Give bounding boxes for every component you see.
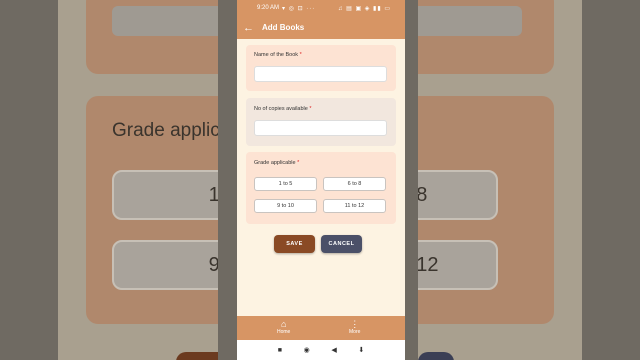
app-bar: ← Add Books bbox=[237, 16, 405, 39]
copies-label: No of copies available * bbox=[254, 106, 311, 112]
save-button[interactable]: SAVE bbox=[274, 235, 315, 253]
required-mark: * bbox=[297, 160, 300, 166]
page-title: Add Books bbox=[262, 23, 305, 32]
copies-card: No of copies available * bbox=[246, 98, 396, 146]
bottom-navigation: ⌂ Home ⋮ More bbox=[237, 316, 405, 340]
book-name-label: Name of the Book * bbox=[254, 52, 302, 58]
cancel-button[interactable]: CANCEL bbox=[321, 235, 362, 253]
bg-grade-title: Grade applic bbox=[112, 120, 218, 141]
status-system-icons: ♫ ▤ ▣ ◈ ▮▮ ▭ bbox=[337, 5, 391, 12]
hide-keyboard-icon[interactable]: ⬇ bbox=[358, 346, 364, 354]
bg-input bbox=[112, 6, 218, 36]
grade-label-text: Grade applicable bbox=[254, 160, 296, 166]
bg-card-top-right bbox=[418, 0, 554, 74]
bg-card-grade: Grade applic 1 to 9 to bbox=[86, 96, 218, 324]
home-icon: ⌂ bbox=[280, 319, 287, 329]
copies-label-text: No of copies available bbox=[254, 106, 308, 112]
phone-screen: 9:20 AM ▾ ◎ ⊡ ··· ♫ ▤ ▣ ◈ ▮▮ ▭ ← Add Boo… bbox=[237, 0, 405, 360]
status-time: 9:20 AM bbox=[257, 5, 280, 11]
required-mark: * bbox=[299, 52, 302, 58]
bg-card-grade-right: to 8 to 12 bbox=[418, 96, 554, 324]
status-notification-icons: ▾ ◎ ⊡ ··· bbox=[282, 5, 316, 12]
background-left-panel: Grade applic 1 to 9 to bbox=[58, 0, 218, 360]
bg-input-right bbox=[418, 6, 522, 36]
bg-option-2: 9 to bbox=[112, 240, 218, 290]
home-circle-icon[interactable]: ◉ bbox=[304, 346, 310, 354]
more-vertical-icon: ⋮ bbox=[350, 319, 360, 329]
bg-option-3: to 8 bbox=[418, 170, 498, 220]
grade-label: Grade applicable * bbox=[254, 160, 299, 166]
nav-home[interactable]: ⌂ Home bbox=[277, 319, 291, 336]
book-name-card: Name of the Book * bbox=[246, 45, 396, 91]
bg-save-button bbox=[176, 352, 218, 360]
system-navigation-bar: ■ ◉ ◀ ⬇ bbox=[237, 340, 405, 360]
nav-more-label: More bbox=[349, 329, 361, 335]
book-name-label-text: Name of the Book bbox=[254, 52, 299, 58]
copies-input[interactable] bbox=[254, 120, 387, 136]
bg-cancel-button bbox=[418, 352, 454, 360]
bg-option-1: 1 to bbox=[112, 170, 218, 220]
background-right-panel: to 8 to 12 bbox=[418, 0, 582, 360]
grade-option-1-to-5[interactable]: 1 to 5 bbox=[254, 177, 317, 191]
book-name-input[interactable] bbox=[254, 66, 387, 82]
nav-more[interactable]: ⋮ More bbox=[349, 319, 361, 336]
grade-option-9-to-10[interactable]: 9 to 10 bbox=[254, 199, 317, 213]
recents-square-icon[interactable]: ■ bbox=[278, 347, 282, 354]
bg-card-top bbox=[86, 0, 218, 74]
back-triangle-icon[interactable]: ◀ bbox=[331, 346, 336, 354]
back-arrow-icon[interactable]: ← bbox=[243, 22, 257, 34]
nav-home-label: Home bbox=[277, 329, 291, 335]
required-mark: * bbox=[309, 106, 312, 112]
grade-option-11-to-12[interactable]: 11 to 12 bbox=[323, 199, 386, 213]
grade-card: Grade applicable * 1 to 5 6 to 8 9 to 10… bbox=[246, 152, 396, 224]
bg-option-4: to 12 bbox=[418, 240, 498, 290]
grade-option-6-to-8[interactable]: 6 to 8 bbox=[323, 177, 386, 191]
status-bar: 9:20 AM ▾ ◎ ⊡ ··· ♫ ▤ ▣ ◈ ▮▮ ▭ bbox=[237, 0, 405, 16]
